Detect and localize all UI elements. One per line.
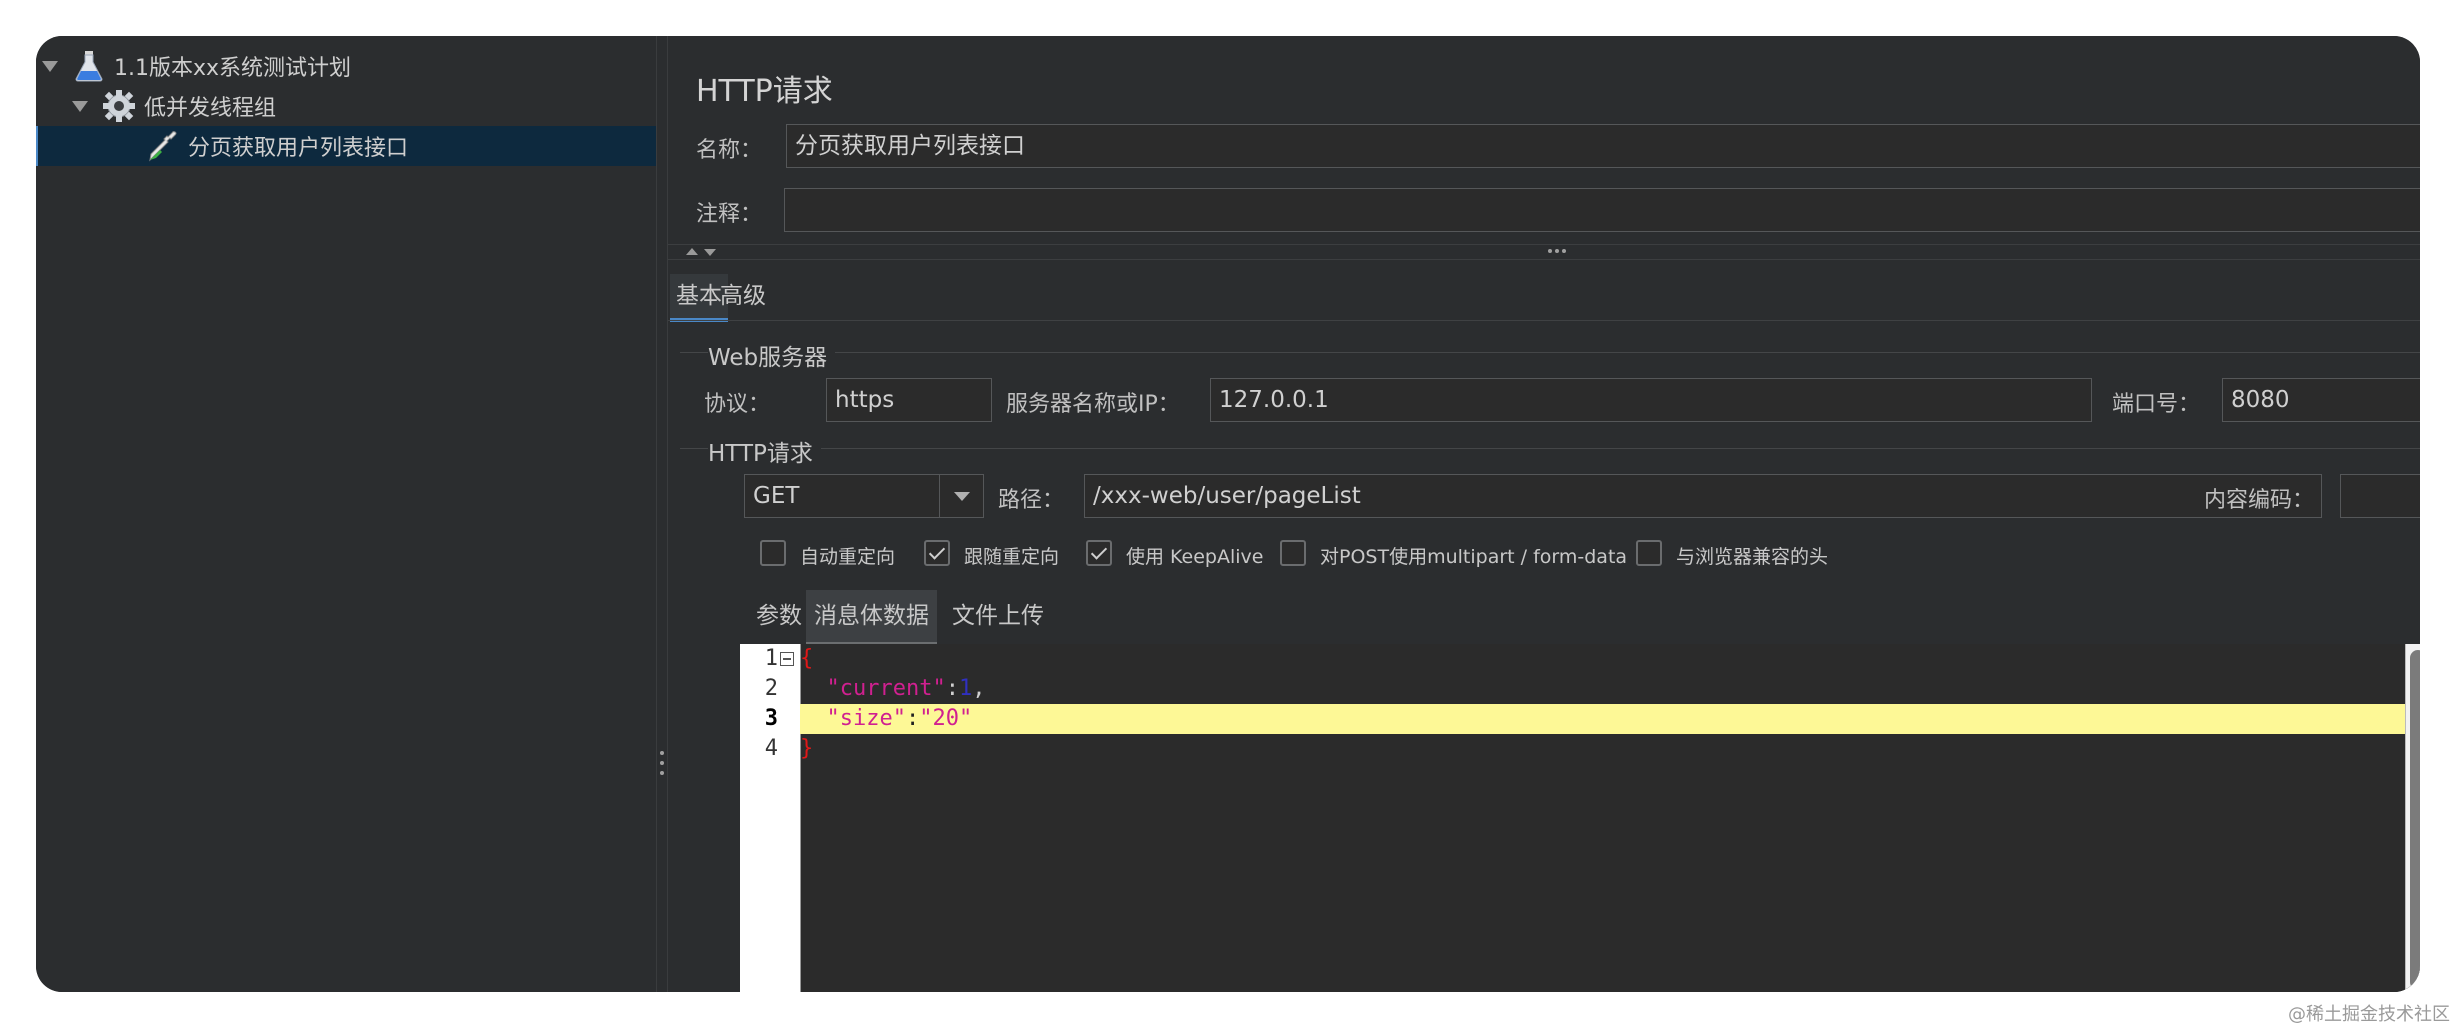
multipart-checkbox[interactable] bbox=[1280, 540, 1306, 566]
path-input[interactable]: /xxx-web/user/pageList bbox=[1084, 474, 2322, 518]
http-request-panel: HTTP请求 名称： 分页获取用户列表接口 注释： 基本 高级 Web服务器 协… bbox=[668, 36, 2420, 992]
pipette-icon bbox=[146, 129, 180, 163]
http-request-group-title: HTTP请求 bbox=[708, 434, 821, 468]
server-input[interactable]: 127.0.0.1 bbox=[1210, 378, 2092, 422]
group-border bbox=[680, 448, 2420, 449]
collapse-up-icon[interactable] bbox=[686, 248, 698, 255]
method-value: GET bbox=[753, 483, 800, 509]
multipart-label: 对POST使用multipart / form-data bbox=[1320, 546, 1628, 568]
name-input[interactable]: 分页获取用户列表接口 bbox=[786, 124, 2420, 168]
page-title: HTTP请求 bbox=[696, 74, 833, 109]
code-line: } bbox=[800, 734, 2406, 764]
code-line-current: "size":"20" bbox=[800, 704, 2406, 734]
expand-arrow-icon[interactable] bbox=[42, 60, 58, 72]
tree-item-test-plan[interactable]: 1.1版本xx系统测试计划 bbox=[42, 46, 351, 86]
fold-minus-icon[interactable] bbox=[780, 652, 794, 666]
tree-item-thread-group[interactable]: 低并发线程组 bbox=[72, 86, 276, 126]
json-key: "size" bbox=[826, 706, 906, 731]
json-colon: : bbox=[905, 706, 920, 731]
chevron-down-icon bbox=[953, 491, 970, 501]
panel-splitter[interactable] bbox=[656, 36, 668, 992]
watermark: @稀土掘金技术社区 bbox=[2288, 1004, 2450, 1025]
tab-parameters[interactable]: 参数 bbox=[748, 590, 810, 642]
close-brace: } bbox=[800, 736, 814, 761]
code-line: { bbox=[800, 644, 2406, 674]
editor-scrollbar[interactable] bbox=[2405, 644, 2420, 992]
line-number: 4 bbox=[764, 736, 778, 761]
protocol-input[interactable]: https bbox=[826, 378, 992, 422]
body-data-editor[interactable]: 1 2 3 4 { "current":1, "size":"20" } bbox=[740, 644, 2420, 992]
keepalive-checkbox[interactable] bbox=[1086, 540, 1112, 566]
json-key: "current" bbox=[826, 676, 946, 701]
comment-input[interactable] bbox=[784, 188, 2420, 232]
json-number: 1 bbox=[958, 676, 973, 701]
auto-redirect-label: 自动重定向 bbox=[800, 546, 896, 568]
code-line: "current":1, bbox=[800, 674, 2406, 704]
encoding-label: 内容编码： bbox=[2204, 488, 2315, 513]
tree-item-label: 1.1版本xx系统测试计划 bbox=[114, 56, 352, 81]
line-number-gutter: 1 2 3 4 bbox=[740, 644, 801, 992]
collapse-bar[interactable] bbox=[668, 244, 2420, 260]
browser-headers-label: 与浏览器兼容的头 bbox=[1676, 546, 1829, 568]
scrollbar-thumb[interactable] bbox=[2410, 650, 2420, 990]
server-label: 服务器名称或IP： bbox=[1006, 392, 1180, 417]
line-number: 2 bbox=[764, 676, 778, 701]
port-label: 端口号： bbox=[2112, 392, 2201, 417]
tab-advanced[interactable]: 高级 bbox=[714, 274, 772, 318]
json-colon: : bbox=[945, 676, 959, 701]
tab-body-data[interactable]: 消息体数据 bbox=[806, 590, 937, 645]
collapse-down-icon[interactable] bbox=[704, 249, 716, 256]
comment-label: 注释： bbox=[696, 202, 763, 227]
open-brace: { bbox=[800, 646, 814, 671]
tab-file-upload[interactable]: 文件上传 bbox=[944, 590, 1052, 642]
gear-icon bbox=[102, 89, 136, 123]
browser-headers-checkbox[interactable] bbox=[1636, 540, 1662, 566]
protocol-label: 协议： bbox=[704, 392, 771, 417]
follow-redirect-label: 跟随重定向 bbox=[964, 546, 1060, 568]
code-area[interactable]: { "current":1, "size":"20" } bbox=[800, 644, 2406, 992]
group-border bbox=[680, 352, 2420, 353]
line-number: 3 bbox=[764, 706, 778, 731]
auto-redirect-checkbox[interactable] bbox=[760, 540, 786, 566]
method-dropdown-button[interactable] bbox=[939, 475, 983, 517]
test-plan-tree: 1.1版本xx系统测试计划 低并发线程组 分页获取用户列表接口 bbox=[36, 36, 656, 992]
jmeter-window: 1.1版本xx系统测试计划 低并发线程组 分页获取用户列表接口 HTTP请求 名… bbox=[36, 36, 2420, 992]
tree-item-label: 低并发线程组 bbox=[144, 96, 277, 121]
path-label: 路径： bbox=[998, 488, 1065, 513]
tab-underline bbox=[668, 320, 2420, 321]
tree-item-http-sampler[interactable]: 分页获取用户列表接口 bbox=[36, 126, 656, 166]
splitter-grip-icon bbox=[660, 751, 664, 781]
json-comma: , bbox=[972, 676, 986, 701]
method-select[interactable]: GET bbox=[744, 474, 984, 518]
name-label: 名称： bbox=[696, 138, 763, 163]
encoding-input[interactable] bbox=[2340, 474, 2420, 518]
follow-redirect-checkbox[interactable] bbox=[924, 540, 950, 566]
line-number: 1 bbox=[764, 646, 778, 671]
web-server-group-title: Web服务器 bbox=[708, 338, 836, 372]
json-string: "20" bbox=[919, 706, 973, 731]
port-input[interactable]: 8080 bbox=[2222, 378, 2420, 422]
divider-grip-icon bbox=[1548, 249, 1566, 253]
tree-item-label: 分页获取用户列表接口 bbox=[188, 136, 409, 161]
expand-arrow-icon[interactable] bbox=[72, 100, 88, 112]
flask-icon bbox=[72, 49, 106, 83]
keepalive-label: 使用 KeepAlive bbox=[1126, 546, 1264, 568]
